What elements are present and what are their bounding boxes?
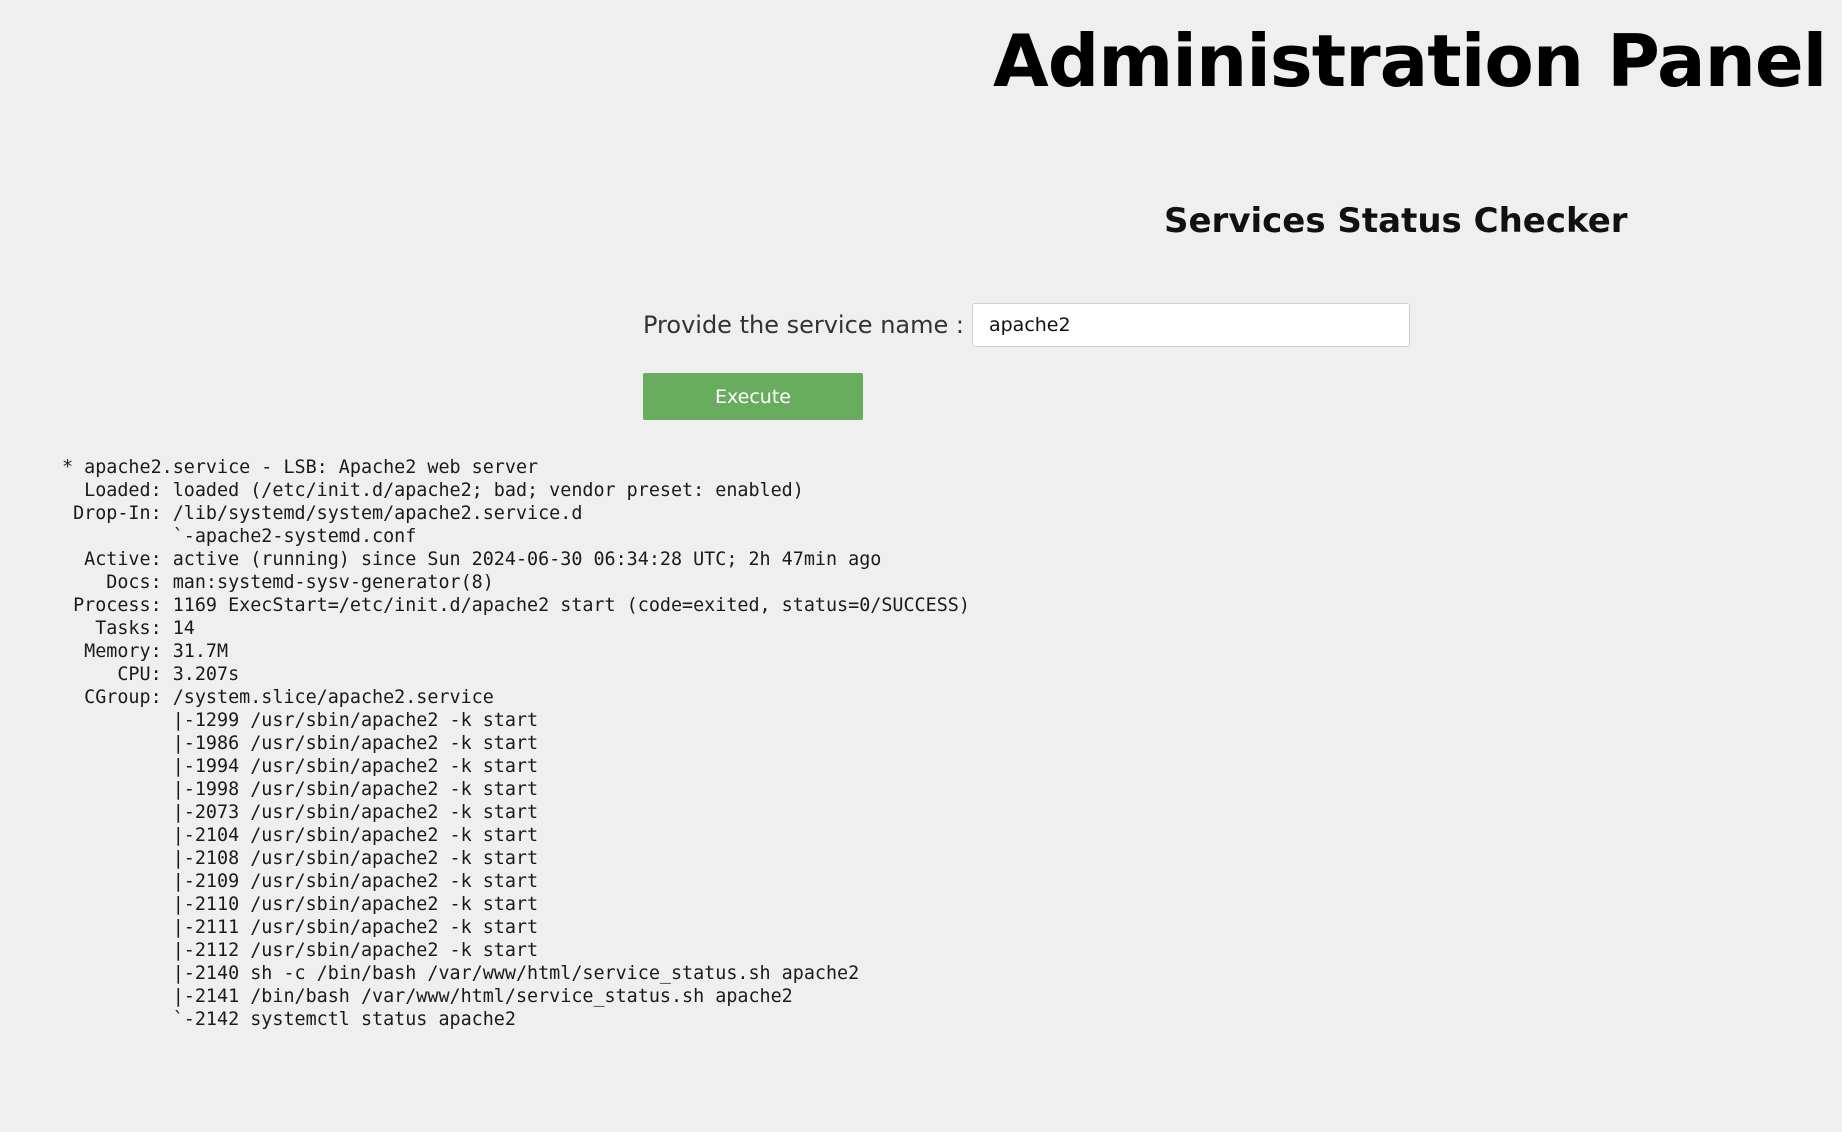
- output-line: |-1986 /usr/sbin/apache2 -k start: [62, 733, 539, 754]
- output-line: CPU: 3.207s: [62, 664, 240, 685]
- service-form: Provide the service name :: [643, 302, 1410, 348]
- execute-button[interactable]: Execute: [643, 373, 863, 420]
- output-line: Tasks: 14: [62, 618, 195, 639]
- output-line: |-1994 /usr/sbin/apache2 -k start: [62, 756, 539, 777]
- page-title: Administration Panel: [993, 19, 1827, 103]
- output-line: |-2109 /usr/sbin/apache2 -k start: [62, 871, 539, 892]
- output-line: Process: 1169 ExecStart=/etc/init.d/apac…: [62, 595, 970, 616]
- output-line: |-2108 /usr/sbin/apache2 -k start: [62, 848, 539, 869]
- output-line: |-1299 /usr/sbin/apache2 -k start: [62, 710, 539, 731]
- output-line: Memory: 31.7M: [62, 641, 229, 662]
- output-line: * apache2.service - LSB: Apache2 web ser…: [62, 457, 539, 478]
- output-line: |-1998 /usr/sbin/apache2 -k start: [62, 779, 539, 800]
- output-line: Docs: man:systemd-sysv-generator(8): [62, 572, 494, 593]
- output-line: `-apache2-systemd.conf: [62, 526, 417, 547]
- output-line: Drop-In: /lib/systemd/system/apache2.ser…: [62, 503, 583, 524]
- status-output: * apache2.service - LSB: Apache2 web ser…: [62, 456, 970, 1031]
- output-line: |-2104 /usr/sbin/apache2 -k start: [62, 825, 539, 846]
- output-line: |-2112 /usr/sbin/apache2 -k start: [62, 940, 539, 961]
- output-line: |-2141 /bin/bash /var/www/html/service_s…: [62, 986, 793, 1007]
- output-line: Loaded: loaded (/etc/init.d/apache2; bad…: [62, 480, 804, 501]
- section-title: Services Status Checker: [1164, 201, 1628, 241]
- service-name-label: Provide the service name :: [643, 311, 964, 339]
- output-line: `-2142 systemctl status apache2: [62, 1009, 516, 1030]
- output-line: |-2110 /usr/sbin/apache2 -k start: [62, 894, 539, 915]
- output-line: |-2073 /usr/sbin/apache2 -k start: [62, 802, 539, 823]
- output-line: CGroup: /system.slice/apache2.service: [62, 687, 494, 708]
- output-line: Active: active (running) since Sun 2024-…: [62, 549, 882, 570]
- output-line: |-2140 sh -c /bin/bash /var/www/html/ser…: [62, 963, 860, 984]
- service-name-input[interactable]: [971, 303, 1410, 347]
- output-line: |-2111 /usr/sbin/apache2 -k start: [62, 917, 539, 938]
